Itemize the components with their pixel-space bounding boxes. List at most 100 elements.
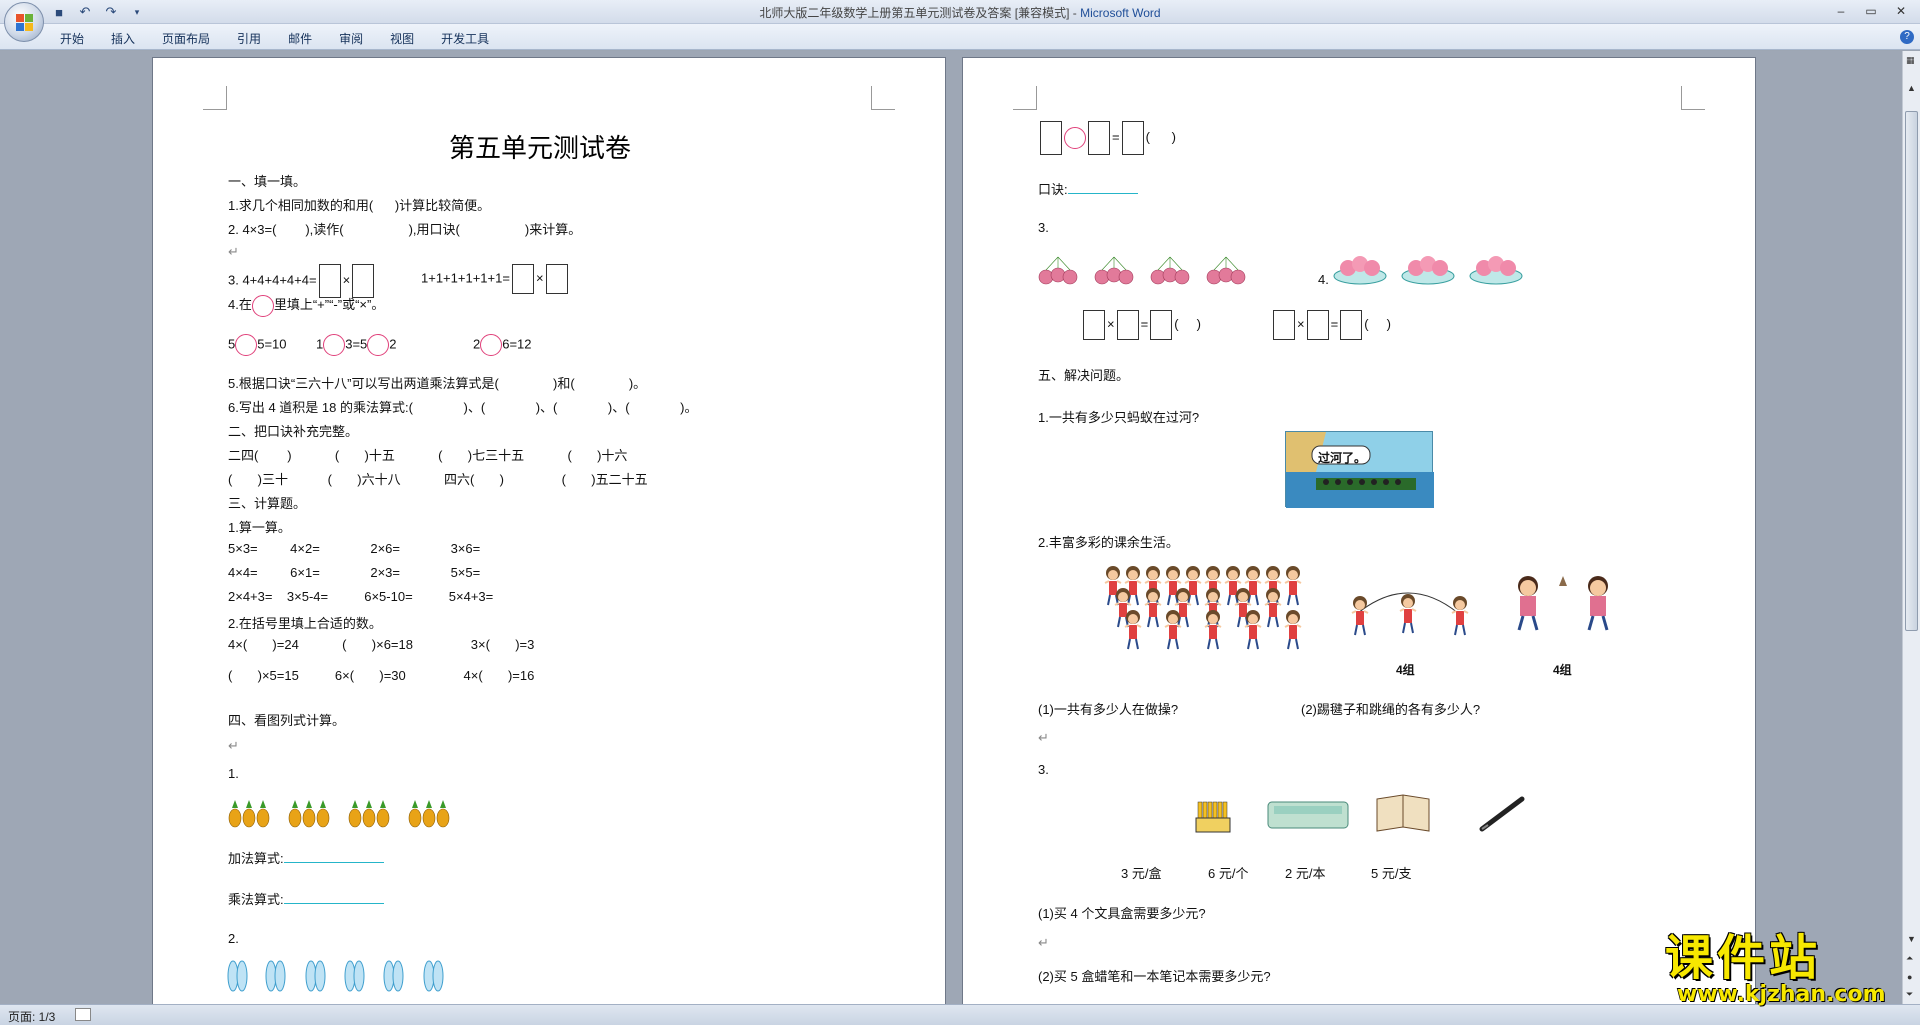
question-line[interactable]: 2.在括号里填上合适的数。: [228, 613, 382, 632]
scrollbar-thumb[interactable]: [1905, 111, 1918, 631]
tab-review[interactable]: 审阅: [339, 30, 379, 47]
question-line[interactable]: 2.: [228, 931, 239, 946]
paragraph-mark: ↵: [1038, 730, 1049, 745]
question-line[interactable]: 2×4+3= 3×5-4= 6×5-10= 5×4+3=: [228, 589, 493, 604]
price-label: 2 元/本: [1285, 866, 1326, 881]
watermark-logo: 课件站 www.kjzhan.com: [1665, 918, 1905, 1007]
question-line[interactable]: 4×4= 6×1= 2×3= 5×5=: [228, 565, 480, 580]
tab-references[interactable]: 引用: [237, 30, 277, 47]
question-line[interactable]: 5.根据口诀“三六十八”可以写出两道乘法算式是( )和( )。: [228, 373, 646, 392]
document-area: 第五单元测试卷 一、填一填。 1.求几个相同加数的和用( )计算比较简便。 2.…: [0, 51, 1902, 1004]
question-line[interactable]: (1)一共有多少人在做操?: [1038, 699, 1178, 718]
peach-bowls-image[interactable]: [1333, 248, 1533, 288]
question-line[interactable]: 2 6=12: [473, 334, 532, 356]
answer-line[interactable]: 口诀:: [1038, 179, 1138, 198]
pineapple-image[interactable]: [227, 798, 467, 828]
question-line[interactable]: 1 3=5 2: [316, 334, 397, 356]
ribbon-tabs: 开始 插入 页面布局 引用 邮件 审阅 视图 开发工具 ?: [0, 24, 1920, 50]
question-line[interactable]: 1.一共有多少只蚂蚁在过河?: [1038, 407, 1199, 426]
crop-mark: [203, 86, 227, 110]
tab-page-layout[interactable]: 页面布局: [162, 30, 226, 47]
cherries-image[interactable]: [1038, 253, 1268, 285]
select-browse-object-icon[interactable]: ●: [1907, 972, 1912, 982]
crop-mark: [1013, 86, 1037, 110]
price-label: 5 元/支: [1371, 866, 1412, 881]
section-heading[interactable]: 一、填一填。: [228, 171, 306, 190]
section-heading[interactable]: 三、计算题。: [228, 493, 306, 512]
jump-rope-image[interactable]: [1348, 583, 1473, 643]
tab-developer[interactable]: 开发工具: [441, 30, 505, 47]
tab-mailings[interactable]: 邮件: [288, 30, 328, 47]
question-line[interactable]: 2.丰富多彩的课余生活。: [1038, 532, 1179, 551]
close-icon[interactable]: ✕: [1886, 0, 1916, 22]
question-line[interactable]: 4×( )=24 ( )×6=18 3×( )=3: [228, 637, 534, 652]
title-bar: ■ ↶ ↷ ▾ 北师大版二年级数学上册第五单元测试卷及答案 [兼容模式] - M…: [0, 0, 1920, 24]
question-line[interactable]: 4.: [1318, 272, 1329, 287]
question-line[interactable]: (1)买 4 个文具盒需要多少元?: [1038, 903, 1206, 922]
question-line[interactable]: 5×3= 4×2= 2×6= 3×6=: [228, 541, 480, 556]
scroll-up-icon[interactable]: ▲: [1907, 83, 1916, 93]
question-line[interactable]: 二四( ) ( )十五 ( )七三十五 ( )十六: [228, 445, 627, 464]
section-heading[interactable]: 五、解决问题。: [1038, 365, 1129, 384]
question-line[interactable]: ( )三十 ( )六十八 四六( ) ( )五二十五: [228, 469, 648, 488]
section-heading[interactable]: 四、看图列式计算。: [228, 710, 345, 729]
maximize-icon[interactable]: ▭: [1856, 0, 1886, 22]
next-page-icon[interactable]: ⏷: [1906, 989, 1913, 1000]
shuttlecock-kids-image[interactable]: [1503, 568, 1633, 638]
scroll-down-icon[interactable]: ▼: [1907, 934, 1916, 944]
vertical-scrollbar[interactable]: ▦ ▲ ▼ ⏶ ● ⏷: [1902, 51, 1920, 1004]
question-line[interactable]: (2)踢毽子和跳绳的各有多少人?: [1301, 699, 1480, 718]
question-line[interactable]: 1.求几个相同加数的和用( )计算比较简便。: [228, 195, 490, 214]
tab-home[interactable]: 开始: [60, 30, 100, 47]
question-line[interactable]: 3. 4+4+4+4+4= ×: [228, 264, 376, 298]
page-1: 第五单元测试卷 一、填一填。 1.求几个相同加数的和用( )计算比较简便。 2.…: [152, 57, 946, 1004]
rabbit-ears-image[interactable]: [225, 958, 455, 998]
question-line[interactable]: 5 5=10: [228, 334, 287, 356]
status-bar: 页面: 1/3: [0, 1004, 1920, 1025]
office-logo-icon: [16, 14, 34, 32]
tab-view[interactable]: 视图: [390, 30, 430, 47]
question-line[interactable]: 1.: [228, 766, 239, 781]
ants-crossing-river-image[interactable]: 过河了。: [1285, 431, 1434, 508]
previous-page-icon[interactable]: ⏶: [1906, 953, 1913, 964]
question-line[interactable]: × =( ): [1081, 310, 1201, 340]
question-line[interactable]: ( )×5=15 6×( )=30 4×( )=16: [228, 668, 534, 683]
answer-line[interactable]: 加法算式:: [228, 848, 384, 867]
tab-insert[interactable]: 插入: [111, 30, 151, 47]
crop-mark: [1681, 86, 1705, 110]
group-label: 4组: [1396, 663, 1415, 677]
proofing-icon[interactable]: [75, 1008, 91, 1021]
price-label: 6 元/个: [1208, 866, 1249, 881]
group-label: 4组: [1553, 663, 1572, 677]
question-line[interactable]: × =( ): [1271, 310, 1391, 340]
pencil-case-image[interactable]: [1266, 798, 1352, 832]
ruler-toggle-icon[interactable]: ▦: [1906, 55, 1915, 66]
section-heading[interactable]: 二、把口诀补充完整。: [228, 421, 358, 440]
question-line[interactable]: =( ): [1038, 121, 1176, 155]
paragraph-mark: ↵: [228, 738, 239, 753]
office-button[interactable]: [4, 2, 44, 42]
question-line[interactable]: 1.算一算。: [228, 517, 291, 536]
watermark-url: www.kjzhan.com: [1677, 982, 1886, 1007]
notebook-image[interactable]: [1373, 791, 1433, 835]
question-line[interactable]: (2)买 5 盒蜡笔和一本笔记本需要多少元?: [1038, 966, 1271, 985]
window-controls: – ▭ ✕: [1826, 0, 1916, 22]
question-line[interactable]: 3.: [1038, 762, 1049, 777]
price-label: 3 元/盒: [1121, 866, 1162, 881]
question-line[interactable]: 6.写出 4 道积是 18 的乘法算式:( )、( )、( )、( )。: [228, 397, 698, 416]
page-indicator[interactable]: 页面: 1/3: [8, 1008, 55, 1025]
document-title[interactable]: 第五单元测试卷: [449, 128, 631, 165]
crop-mark: [871, 86, 895, 110]
question-line[interactable]: 3.: [1038, 220, 1049, 235]
question-line[interactable]: 1+1+1+1+1+1= ×: [421, 264, 570, 294]
page-2: =( ) 口诀: 3. 4. × =( ) × =( ) 五、解决问题。 1.一共有…: [962, 57, 1756, 1004]
answer-line[interactable]: 乘法算式:: [228, 889, 384, 908]
question-line[interactable]: 2. 4×3=( ),读作( ),用口诀( )来计算。: [228, 219, 581, 238]
minimize-icon[interactable]: –: [1826, 0, 1856, 22]
help-icon[interactable]: ?: [1900, 30, 1914, 44]
pen-image[interactable]: [1478, 793, 1528, 833]
crayon-box-image[interactable]: [1194, 796, 1234, 836]
window-title: 北师大版二年级数学上册第五单元测试卷及答案 [兼容模式] - Microsoft…: [759, 6, 1161, 20]
question-line[interactable]: 4.在 里填上“+”“-”或“×”。: [228, 294, 384, 317]
speech-bubble-text: 过河了。: [1318, 451, 1367, 465]
